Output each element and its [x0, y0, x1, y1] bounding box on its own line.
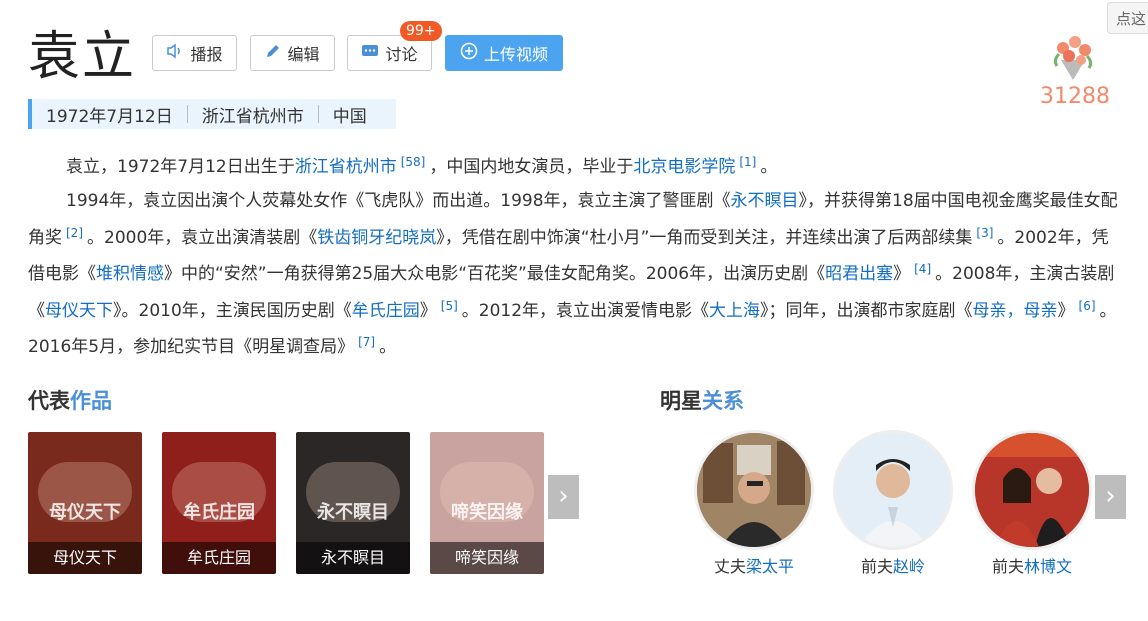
inline-link[interactable]: 北京电影学院: [633, 157, 735, 177]
paragraph-text: 》中的“安然”一角获得第25届大众电影“百花奖”最佳女配角奖。2006年，出演历…: [164, 264, 826, 284]
side-tip[interactable]: 点这: [1107, 2, 1148, 34]
works-title-b: 作品: [70, 389, 112, 413]
citation-ref[interactable]: [4]: [914, 262, 931, 276]
discuss-count-badge: 99+: [400, 21, 442, 41]
citation-ref[interactable]: [2]: [66, 226, 83, 240]
work-poster[interactable]: 永不瞑目 永不瞑目: [296, 432, 410, 574]
inline-link[interactable]: 牟氏庄园: [352, 301, 420, 321]
relation-caption-2: 前夫赵岭: [823, 553, 963, 577]
work-poster[interactable]: 母仪天下 母仪天下: [28, 432, 142, 574]
work-poster[interactable]: 牟氏庄园 牟氏庄园: [162, 432, 276, 574]
relation-caption-1: 丈夫梁太平: [684, 553, 824, 577]
inline-link[interactable]: 堆积情感: [96, 264, 164, 284]
play-button[interactable]: 播报: [152, 35, 237, 71]
page-title: 袁立: [28, 27, 137, 87]
chat-icon: [361, 43, 379, 63]
paragraph-text: 》，凭借在剧中饰演“杜小月”一角而受到关注，并连续出演了后两部续集: [436, 227, 973, 248]
citation-ref[interactable]: [1]: [739, 155, 756, 169]
upload-label: 上传视频: [483, 45, 548, 64]
paragraph-text: 》: [419, 300, 437, 321]
intro-paragraph-1: 袁立，1972年7月12日出生于浙江省杭州市 [58] ，中国内地女演员，毕业于北京…: [28, 147, 1120, 184]
nationality: 中国: [332, 106, 367, 127]
plus-circle-icon: [460, 42, 478, 64]
work-caption: 母仪天下: [28, 542, 142, 574]
birth-date: 1972年7月12日: [46, 106, 173, 127]
citation-ref[interactable]: [58]: [401, 155, 426, 169]
inline-link[interactable]: 大上海: [709, 301, 760, 321]
birth-place: 浙江省杭州市: [201, 106, 304, 127]
discuss-label: 讨论: [385, 45, 418, 64]
relation-name-link[interactable]: 赵岭: [893, 557, 925, 576]
poster-title-art: 啼笑因缘: [451, 502, 523, 523]
inline-link[interactable]: 浙江省杭州市: [295, 157, 397, 177]
paragraph-text: 》；同年，出演都市家庭剧《: [760, 300, 973, 321]
paragraph-text: 。: [760, 157, 778, 177]
work-caption: 牟氏庄园: [162, 542, 276, 574]
relation-role: 前夫: [860, 557, 893, 576]
inline-link[interactable]: 永不瞑目: [731, 191, 799, 211]
works-next-arrow[interactable]: ›: [548, 475, 579, 519]
poster-title-art: 永不瞑目: [317, 502, 389, 523]
relations-title-b: 关系: [702, 389, 744, 413]
paragraph-text: 。2012年，袁立出演爱情电影《: [461, 300, 710, 321]
poster-title-art: 母仪天下: [49, 502, 121, 523]
paragraph-text: 》: [1057, 300, 1075, 321]
paragraph-text: 1994年，袁立因出演个人荧幕处女作《飞虎队》而出道。1998年，袁立主演了警匪…: [66, 191, 731, 211]
basic-info-bar: 1972年7月12日 浙江省杭州市 中国: [28, 99, 396, 129]
inline-link[interactable]: 母仪天下: [45, 301, 113, 321]
works-section-title: 代表作品: [28, 385, 112, 415]
work-poster[interactable]: 啼笑因缘 啼笑因缘: [430, 432, 544, 574]
work-caption: 永不瞑目: [296, 542, 410, 574]
flower-count: 31288: [1040, 84, 1110, 109]
inline-link[interactable]: 母亲，母亲: [973, 301, 1058, 321]
speaker-icon: [166, 43, 184, 63]
flower-bouquet-icon[interactable]: [1045, 30, 1101, 82]
citation-ref[interactable]: [3]: [976, 226, 993, 240]
work-caption: 啼笑因缘: [430, 542, 544, 574]
relation-name-link[interactable]: 林博文: [1024, 557, 1072, 576]
play-label: 播报: [190, 45, 223, 64]
upload-video-button[interactable]: 上传视频: [445, 35, 563, 71]
relation-caption-3: 前夫林博文: [962, 553, 1102, 577]
relation-role: 丈夫: [713, 557, 746, 576]
paragraph-text: 。2000年，袁立出演清装剧《: [87, 227, 318, 248]
relation-avatar[interactable]: [836, 433, 950, 547]
paragraph-text: 》: [893, 264, 911, 284]
inline-link[interactable]: 铁齿铜牙纪晓岚: [317, 228, 436, 248]
inline-link[interactable]: 昭君出塞: [825, 264, 893, 284]
paragraph-text: 》。2010年，主演民国历史剧《: [113, 300, 352, 321]
citation-ref[interactable]: [5]: [441, 299, 458, 313]
relations-section-title: 明星关系: [660, 385, 744, 415]
intro-paragraph-2: 1994年，袁立因出演个人荧幕处女作《飞虎队》而出道。1998年，袁立主演了警匪…: [28, 186, 1120, 364]
paragraph-text: 。: [379, 337, 397, 357]
relation-avatar[interactable]: [697, 433, 811, 547]
edit-label: 编辑: [287, 45, 320, 64]
relations-title-a: 明星: [660, 389, 702, 413]
relation-role: 前夫: [991, 557, 1024, 576]
works-title-a: 代表: [28, 389, 70, 413]
edit-button[interactable]: 编辑: [250, 35, 335, 71]
paragraph-text: 袁立，1972年7月12日出生于: [66, 157, 295, 177]
citation-ref[interactable]: [7]: [358, 335, 375, 349]
pencil-icon: [265, 43, 281, 63]
citation-ref[interactable]: [6]: [1079, 299, 1096, 313]
relation-avatar[interactable]: [975, 433, 1089, 547]
relations-next-arrow[interactable]: ›: [1095, 475, 1126, 519]
paragraph-text: ，中国内地女演员，毕业于: [429, 157, 634, 177]
relation-name-link[interactable]: 梁太平: [746, 557, 794, 576]
poster-title-art: 牟氏庄园: [183, 502, 255, 523]
